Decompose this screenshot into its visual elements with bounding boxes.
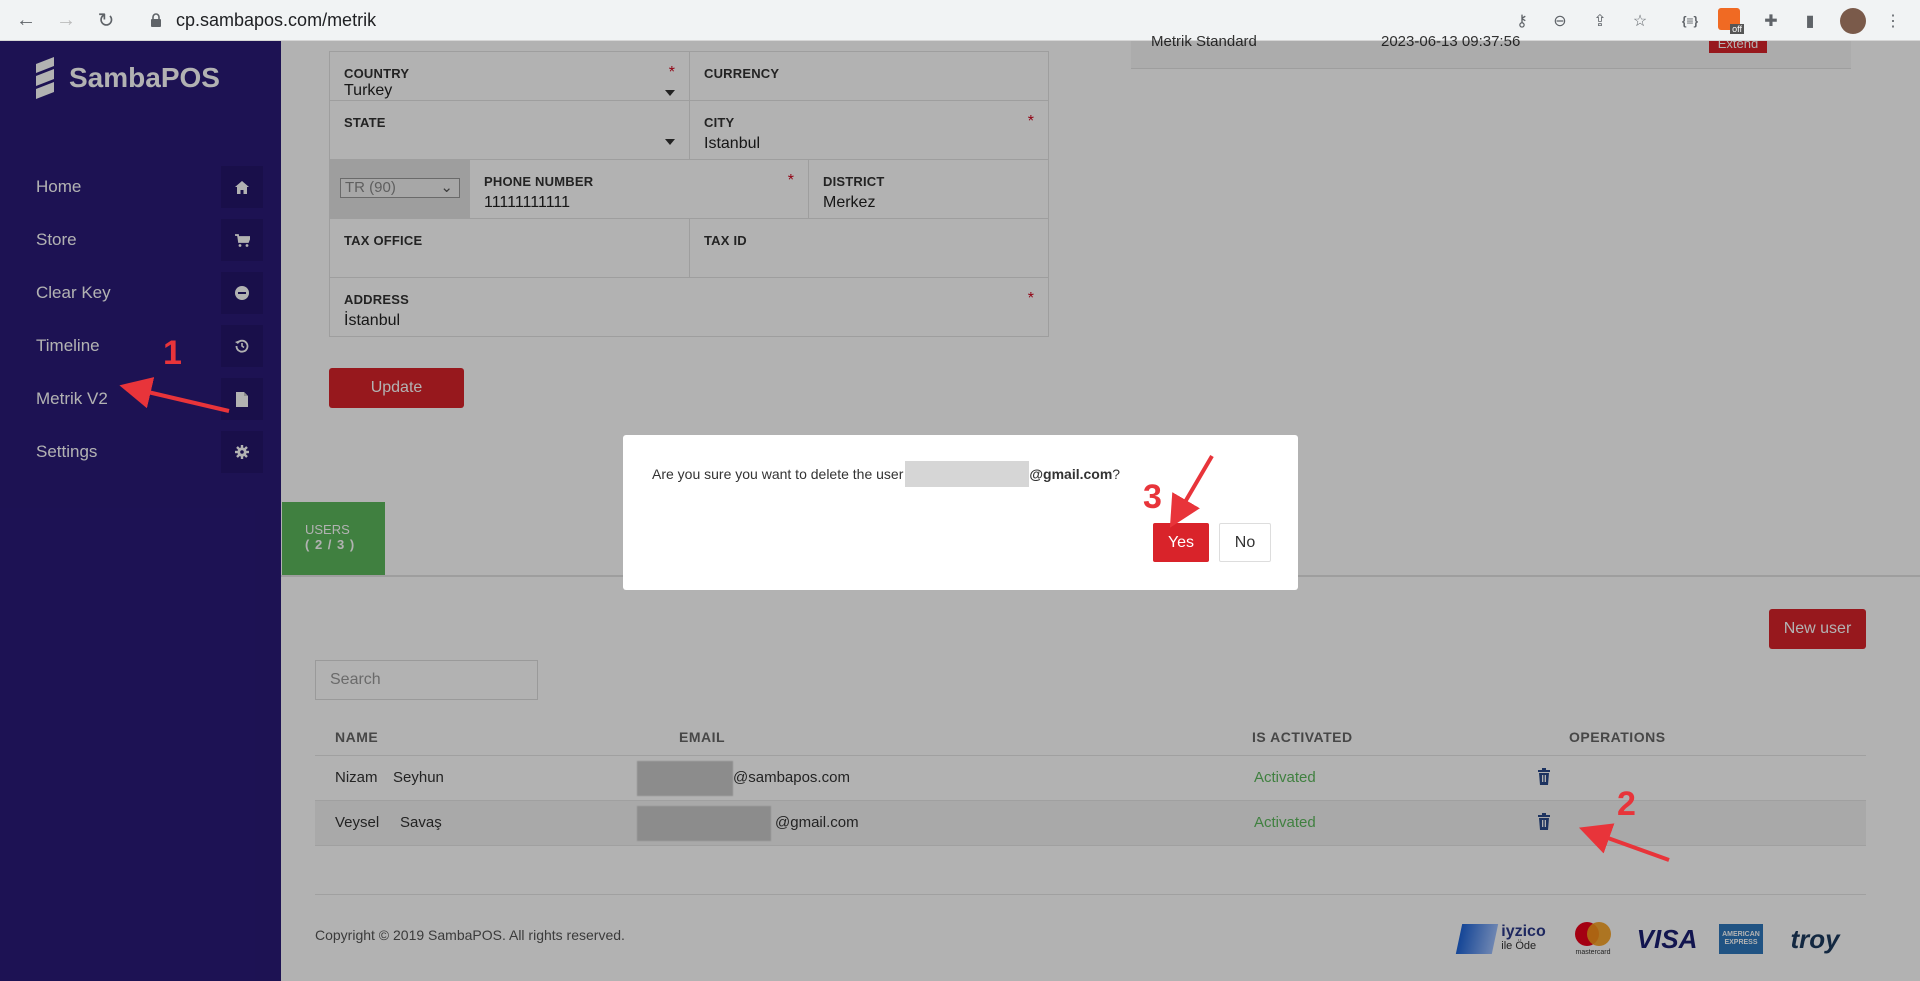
annotation-step-3: 3 <box>1143 478 1162 516</box>
back-icon[interactable]: ← <box>12 6 40 34</box>
redacted-email <box>905 461 1030 487</box>
annotation-step-2: 2 <box>1617 785 1636 823</box>
yes-button[interactable]: Yes <box>1153 523 1209 562</box>
forward-icon[interactable]: → <box>52 6 80 34</box>
reload-icon[interactable]: ↻ <box>92 6 120 34</box>
sidepanel-icon[interactable]: ▮ <box>1797 8 1823 34</box>
dialog-message-suffix: ? <box>1112 466 1121 482</box>
lock-icon <box>151 13 161 27</box>
share-icon[interactable]: ⇪ <box>1587 8 1613 34</box>
profile-avatar[interactable] <box>1840 8 1866 34</box>
zoom-out-icon[interactable]: ⊖ <box>1547 8 1573 34</box>
annotation-step-1: 1 <box>163 334 182 372</box>
no-button[interactable]: No <box>1219 523 1271 562</box>
extension-orange-icon[interactable]: off <box>1718 8 1744 34</box>
url-text: cp.sambapos.com/metrik <box>176 10 377 30</box>
extension-json-icon[interactable]: {≡} <box>1677 8 1703 34</box>
key-icon[interactable]: ⚷ <box>1509 8 1535 34</box>
browser-toolbar: ← → ↻ cp.sambapos.com/metrik ⚷ ⊖ ⇪ ☆ {≡}… <box>0 0 1920 41</box>
dialog-message-prefix: Are you sure you want to delete the user <box>652 466 904 482</box>
delete-confirm-dialog: Are you sure you want to delete the user… <box>623 435 1298 590</box>
puzzle-icon[interactable]: ✚ <box>1758 8 1784 34</box>
star-icon[interactable]: ☆ <box>1627 8 1653 34</box>
dialog-message: Are you sure you want to delete the user… <box>652 461 1120 487</box>
dialog-email-suffix: @gmail.com <box>1029 466 1113 482</box>
menu-dots-icon[interactable]: ⋮ <box>1880 8 1906 34</box>
